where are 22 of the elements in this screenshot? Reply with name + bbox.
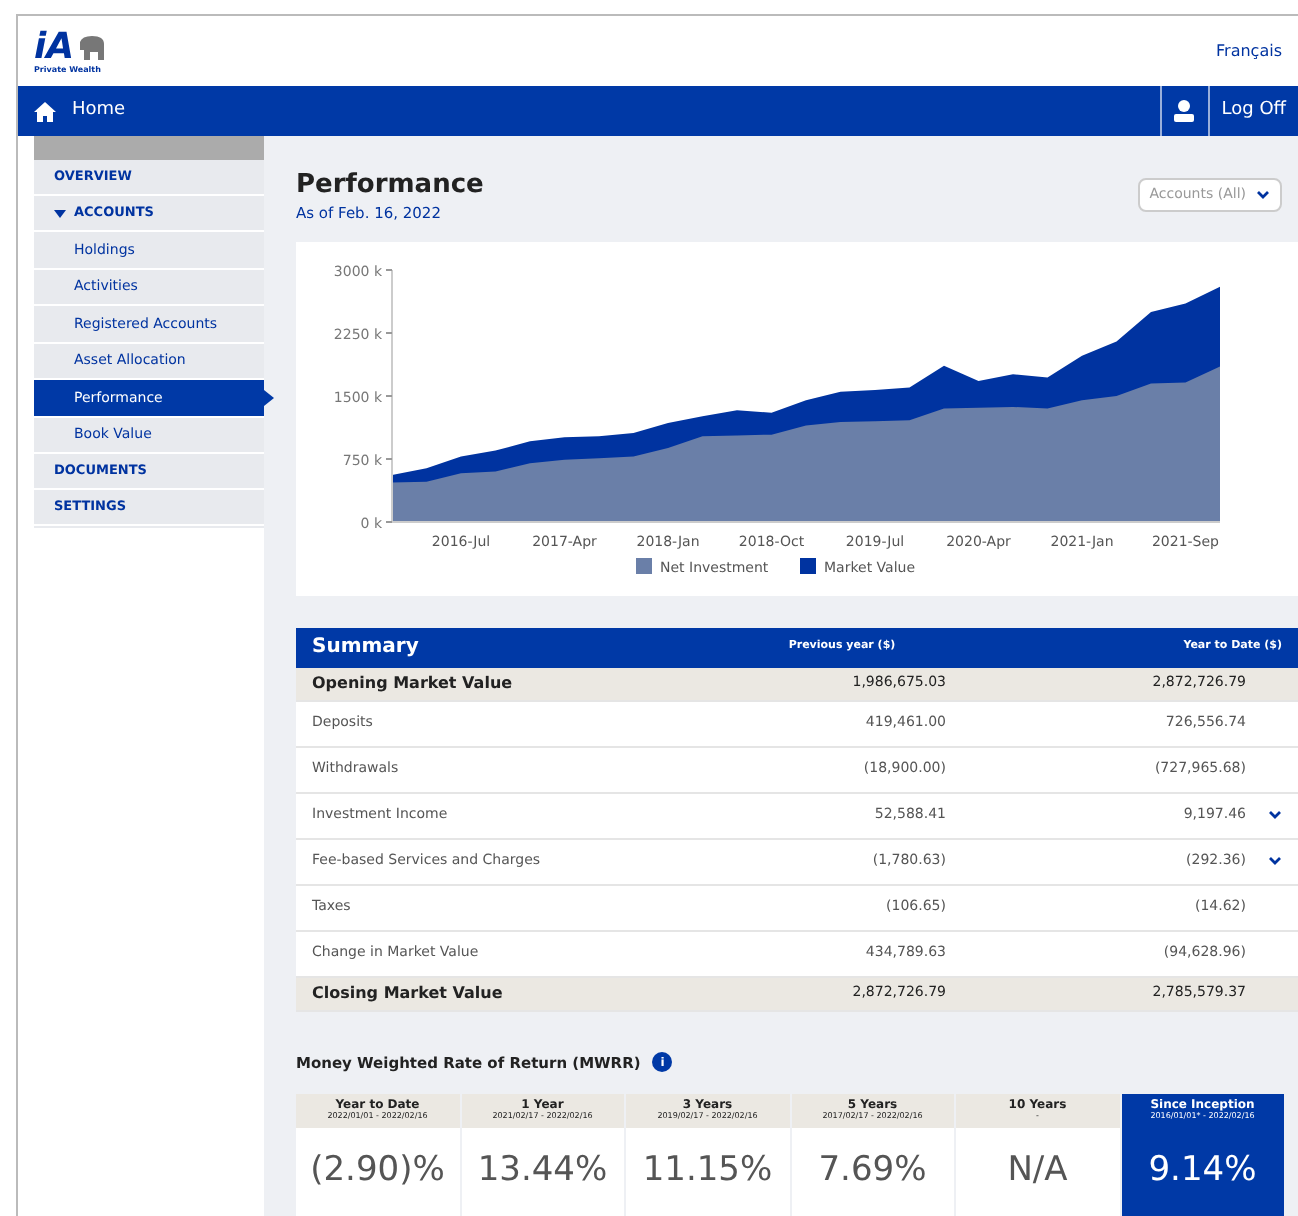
- home-icon: [34, 101, 56, 121]
- return-value: 9.14%: [1146, 1148, 1259, 1194]
- return-value: N/A: [1005, 1148, 1070, 1194]
- selection-pointer: [264, 390, 274, 406]
- home-button[interactable]: Home: [18, 86, 126, 136]
- chevron-icon[interactable]: [1268, 856, 1282, 866]
- return-value: 7.69%: [816, 1148, 929, 1194]
- legend-swatch: [636, 557, 652, 573]
- return-value: 11.15%: [640, 1148, 775, 1194]
- language-link[interactable]: Français: [1216, 39, 1282, 63]
- caret-icon: [54, 209, 66, 217]
- return-value: (2.90)%: [308, 1148, 447, 1194]
- chevron-icon: [1256, 190, 1270, 200]
- legend-swatch: [800, 557, 816, 573]
- row-label: Closing Market Value: [312, 981, 505, 1005]
- chevron-icon[interactable]: [1268, 810, 1282, 820]
- page-title: Performance: [296, 170, 484, 203]
- summary-title: Summary: [312, 634, 421, 662]
- user-icon: [1174, 100, 1195, 122]
- return-value: 13.44%: [475, 1148, 610, 1194]
- row-label: Opening Market Value: [312, 671, 515, 695]
- elephant-icon: [78, 35, 107, 59]
